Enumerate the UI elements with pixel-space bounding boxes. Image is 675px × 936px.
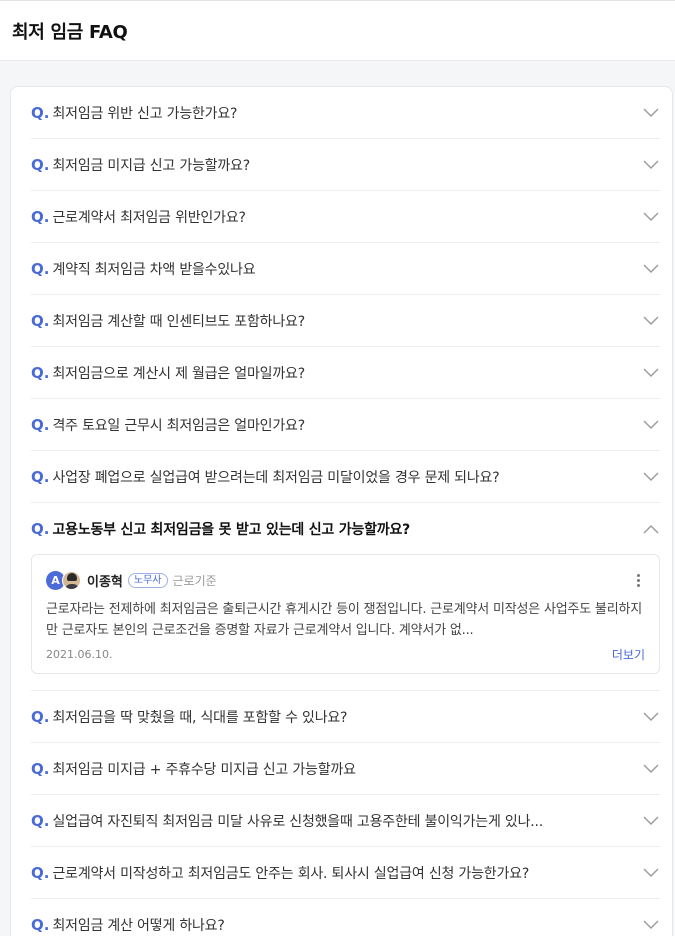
faq-question-text: 최저임금 계산 어떻게 하나요? [52,917,225,934]
faq-item: Q. 계약직 최저임금 차액 받을수있나요 [31,243,660,295]
faq-question-row[interactable]: Q. 최저임금 계산 어떻게 하나요? [31,899,660,936]
q-prefix: Q. [31,259,50,278]
faq-question-text: 고용노동부 신고 최저임금을 못 받고 있는데 신고 가능할까요? [52,521,411,538]
faq-item: Q. 최저임금 계산할 때 인센티브도 포함하나요? [31,295,660,347]
faq-question-text: 최저임금 계산할 때 인센티브도 포함하나요? [52,313,305,330]
chevron-down-icon[interactable] [642,104,660,122]
faq-item: Q. 사업장 폐업으로 실업급여 받으려는데 최저임금 미달이었을 경우 문제 되… [31,451,660,503]
faq-item: Q. 근로계약서 최저임금 위반인가요? [31,191,660,243]
q-prefix: Q. [31,863,50,882]
chevron-down-icon[interactable] [642,312,660,330]
chevron-down-icon[interactable] [642,916,660,934]
faq-question-text: 계약직 최저임금 차액 받을수있나요 [52,261,256,278]
chevron-down-icon[interactable] [642,208,660,226]
faq-question-row[interactable]: Q. 최저임금 미지급 신고 가능할까요? [31,139,660,190]
faq-question-row[interactable]: Q. 근로계약서 미작성하고 최저임금도 안주는 회사. 퇴사시 실업급여 신청 … [31,847,660,898]
faq-item: Q. 최저임금 계산 어떻게 하나요? [31,899,660,936]
q-prefix: Q. [31,311,50,330]
chevron-down-icon[interactable] [642,760,660,778]
faq-item: Q. 실업급여 자진퇴직 최저임금 미달 사유로 신청했을때 고용주한테 불이익가… [31,795,660,847]
q-prefix: Q. [31,415,50,434]
expert-badge: 노무사 [127,572,168,588]
faq-question-text: 격주 토요일 근무시 최저임금은 얼마인가요? [52,417,305,434]
faq-question-row[interactable]: Q. 최저임금 미지급 + 주휴수당 미지급 신고 가능할까요 [31,743,660,794]
faq-question-text: 사업장 폐업으로 실업급여 받으려는데 최저임금 미달이었을 경우 문제 되나요… [52,469,500,486]
chevron-down-icon[interactable] [642,812,660,830]
faq-question-text: 근로계약서 최저임금 위반인가요? [52,209,246,226]
q-prefix: Q. [31,207,50,226]
faq-item: Q. 최저임금 위반 신고 가능한가요? [31,87,660,139]
q-prefix: Q. [31,759,50,778]
faq-item: Q. 최저임금으로 계산시 제 월급은 얼마일까요? [31,347,660,399]
page-header: 최저 임금 FAQ [0,1,675,61]
faq-question-row[interactable]: Q. 최저임금 위반 신고 가능한가요? [31,87,660,138]
faq-question-text: 최저임금을 딱 맞췄을 때, 식대를 포함할 수 있나요? [52,709,348,726]
q-prefix: Q. [31,519,50,538]
faq-question-row[interactable]: Q. 고용노동부 신고 최저임금을 못 받고 있는데 신고 가능할까요? [31,503,660,554]
faq-question-row[interactable]: Q. 최저임금 계산할 때 인센티브도 포함하나요? [31,295,660,346]
faq-question-row[interactable]: Q. 격주 토요일 근무시 최저임금은 얼마인가요? [31,399,660,450]
answer-body: 근로자라는 전제하에 최저임금은 출퇴근시간 휴게시간 등이 쟁점입니다. 근로… [46,602,642,638]
faq-question-text: 근로계약서 미작성하고 최저임금도 안주는 회사. 퇴사시 실업급여 신청 가능… [52,865,530,882]
page-title: 최저 임금 FAQ [12,21,128,43]
faq-item: Q. 최저임금 미지급 + 주휴수당 미지급 신고 가능할까요 [31,743,660,795]
q-prefix: Q. [31,811,50,830]
faq-question-text: 실업급여 자진퇴직 최저임금 미달 사유로 신청했을때 고용주한테 불이익가는게… [52,813,544,830]
q-prefix: Q. [31,103,50,122]
faq-question-row[interactable]: Q. 근로계약서 최저임금 위반인가요? [31,191,660,242]
faq-question-text: 최저임금 위반 신고 가능한가요? [52,105,238,122]
chevron-down-icon[interactable] [642,260,660,278]
expert-avatar[interactable] [62,570,81,590]
chevron-down-icon[interactable] [642,364,660,382]
chevron-down-icon[interactable] [642,416,660,434]
chevron-down-icon[interactable] [642,156,660,174]
answer-footer: 2021.06.10. 더보기 [46,645,645,663]
q-prefix: Q. [31,467,50,486]
q-prefix: Q. [31,707,50,726]
faq-question-row[interactable]: Q. 계약직 최저임금 차액 받을수있나요 [31,243,660,294]
q-prefix: Q. [31,363,50,382]
faq-question-row[interactable]: Q. 최저임금으로 계산시 제 월급은 얼마일까요? [31,347,660,398]
answer-category: 근로기준 [172,573,217,588]
q-prefix: Q. [31,155,50,174]
q-prefix: Q. [31,915,50,934]
faq-item: Q. 고용노동부 신고 최저임금을 못 받고 있는데 신고 가능할까요? A 이종혁 노… [31,503,660,691]
chevron-up-icon[interactable] [642,520,660,538]
faq-item: Q. 근로계약서 미작성하고 최저임금도 안주는 회사. 퇴사시 실업급여 신청 … [31,847,660,899]
expert-name[interactable]: 이종혁 [87,571,123,590]
more-vertical-icon[interactable] [631,571,645,589]
faq-question-text: 최저임금 미지급 신고 가능할까요? [52,157,250,174]
chevron-down-icon[interactable] [642,708,660,726]
faq-question-text: 최저임금 미지급 + 주휴수당 미지급 신고 가능할까요 [52,761,356,778]
faq-item: Q. 격주 토요일 근무시 최저임금은 얼마인가요? [31,399,660,451]
faq-item: Q. 최저임금 미지급 신고 가능할까요? [31,139,660,191]
read-more-link[interactable]: 더보기 [612,646,645,663]
chevron-down-icon[interactable] [642,864,660,882]
faq-item: Q. 최저임금을 딱 맞췄을 때, 식대를 포함할 수 있나요? [31,691,660,743]
answer-card: A 이종혁 노무사 근로기준 근로자라는 전제하에 최저임금은 출퇴근시간 휴게시간 등… [31,554,660,674]
faq-question-row[interactable]: Q. 사업장 폐업으로 실업급여 받으려는데 최저임금 미달이었을 경우 문제 되… [31,451,660,502]
faq-question-text: 최저임금으로 계산시 제 월급은 얼마일까요? [52,365,305,382]
faq-list: Q. 최저임금 위반 신고 가능한가요? Q. 최저임금 미지급 신고 가능할까요? Q… [10,86,673,936]
faq-question-row[interactable]: Q. 실업급여 자진퇴직 최저임금 미달 사유로 신청했을때 고용주한테 불이익가… [31,795,660,846]
answer-date: 2021.06.10. [46,647,113,661]
chevron-down-icon[interactable] [642,468,660,486]
answer-header: A 이종혁 노무사 근로기준 [46,569,645,591]
faq-question-row[interactable]: Q. 최저임금을 딱 맞췄을 때, 식대를 포함할 수 있나요? [31,691,660,742]
